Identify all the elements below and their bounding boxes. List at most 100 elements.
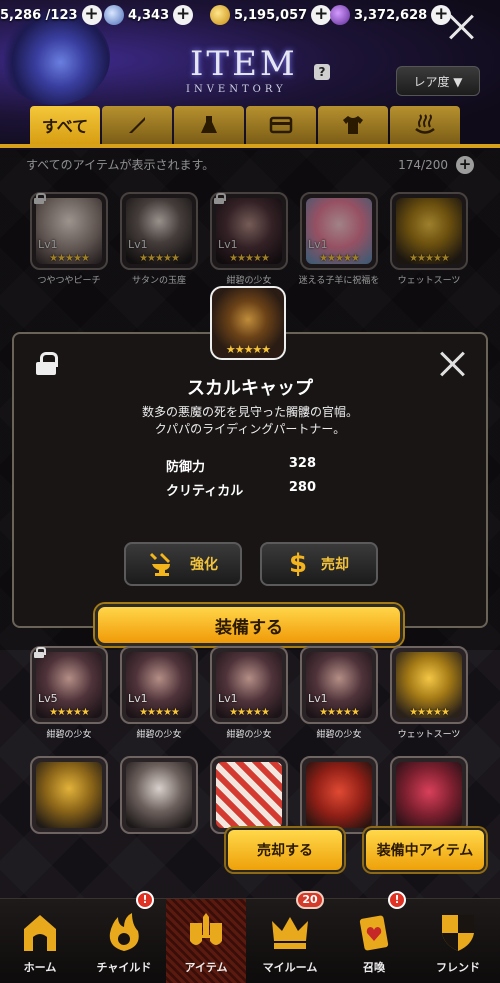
item-title: スカルキャップ xyxy=(187,378,313,399)
tab-underline xyxy=(0,144,500,148)
nav-friend[interactable]: フレンド xyxy=(418,899,498,983)
description-line: クパパのライディングパートナー。 xyxy=(154,422,346,436)
item-stars: ★★★★★ xyxy=(49,707,90,718)
inventory-item[interactable]: Lv1 ★★★★★ xyxy=(210,646,288,724)
anvil-hammer-icon xyxy=(149,552,170,576)
tab-card[interactable] xyxy=(246,106,316,144)
stat-label: クリティカル xyxy=(166,484,244,499)
enhance-button[interactable]: 強化 xyxy=(124,542,242,586)
nav-label: アイテム xyxy=(184,961,228,974)
alert-badge: ! xyxy=(388,891,406,909)
stat-value: 280 xyxy=(288,480,316,495)
inventory-item[interactable] xyxy=(300,756,378,834)
nav-summon[interactable]: ! 召喚 xyxy=(334,891,414,983)
tab-consumable[interactable] xyxy=(174,106,244,144)
stat-defense: 防御力 328 xyxy=(166,456,316,475)
alert-badge: ! xyxy=(136,891,154,909)
stamina-value: 5,286 /123 xyxy=(0,7,78,23)
selected-item-image: ★★★★★ xyxy=(210,286,286,360)
nav-label: フレンド xyxy=(436,961,480,974)
nav-label: マイルーム xyxy=(262,961,318,974)
sell-button[interactable]: $ 売却 xyxy=(260,542,378,586)
inventory-item[interactable]: Lv1 ★★★★★ xyxy=(300,646,378,724)
bulk-sell-label: 売却する xyxy=(257,843,313,859)
equipped-items-label: 装備中アイテム xyxy=(376,843,474,859)
item-level: Lv1 xyxy=(218,692,238,705)
enhance-label: 強化 xyxy=(190,557,218,573)
nav-label: ホーム xyxy=(23,961,57,974)
weapon-icon xyxy=(129,117,145,133)
nav-child[interactable]: ! チャイルド xyxy=(84,891,164,983)
tab-hot-spring[interactable] xyxy=(390,106,460,144)
item-image xyxy=(126,762,192,828)
crystal-icon xyxy=(104,5,124,25)
sell-label: 売却 xyxy=(321,557,350,573)
add-gold-button[interactable]: + xyxy=(311,5,332,25)
category-tabs: すべて xyxy=(30,106,460,144)
inventory-item[interactable] xyxy=(120,756,198,834)
add-stamina-button[interactable]: + xyxy=(81,5,102,25)
inventory-item[interactable]: Lv1 ★★★★★ xyxy=(120,646,198,724)
card-icon xyxy=(269,116,293,134)
crown-icon xyxy=(272,917,308,949)
shirt-icon xyxy=(343,116,363,134)
item-detail-modal: スカルキャップ 数多の悪魔の死を見守った髑髏の官帽。 クパパのライディングパート… xyxy=(12,332,488,628)
flask-icon xyxy=(201,116,217,133)
bottom-nav: ホーム ! チャイルド アイテム 20 マイルーム ! 召喚 フレンド xyxy=(0,891,500,983)
nav-myroom[interactable]: 20 マイルーム xyxy=(250,891,330,983)
item-description: 数多の悪魔の死を見守った髑髏の官帽。 クパパのライディングパートナー。 xyxy=(14,404,486,438)
tab-weapon[interactable] xyxy=(102,106,172,144)
count-badge: 20 xyxy=(296,891,324,909)
add-crystal-button[interactable]: + xyxy=(173,5,194,25)
close-icon[interactable] xyxy=(446,12,476,42)
item-stars: ★★★★★ xyxy=(139,707,180,718)
dollar-icon: $ xyxy=(288,549,308,579)
page-subtitle: INVENTORY xyxy=(186,84,287,95)
lock-icon xyxy=(34,647,46,658)
equipped-items-button[interactable]: 装備中アイテム xyxy=(364,828,486,872)
stamina-counter: 5,286 /123 + xyxy=(0,4,102,26)
item-name: 紺碧の少女 xyxy=(46,730,92,740)
friend-shield-icon xyxy=(442,915,474,951)
stat-critical: クリティカル 280 xyxy=(166,480,316,499)
gem-counter: 3,372,628 + xyxy=(330,4,452,26)
item-stars: ★★★★★ xyxy=(409,707,450,718)
item-stars: ★★★★★ xyxy=(319,707,360,718)
nav-item[interactable]: アイテム xyxy=(166,899,246,983)
home-icon xyxy=(24,915,56,951)
item-stars: ★★★★★ xyxy=(229,707,270,718)
equip-button[interactable]: 装備する xyxy=(95,604,403,646)
inventory-item[interactable] xyxy=(210,756,288,834)
page-title: ITEM xyxy=(190,44,298,84)
item-level: Lv1 xyxy=(128,692,148,705)
nav-label: チャイルド xyxy=(96,961,152,974)
inventory-item[interactable] xyxy=(390,756,468,834)
gold-value: 5,195,057 xyxy=(234,7,308,23)
bulk-sell-button[interactable]: 売却する xyxy=(226,828,344,872)
gold-coin-icon xyxy=(210,5,230,25)
item-level: Lv5 xyxy=(38,692,58,705)
item-sword-shield-icon xyxy=(190,913,222,945)
item-image xyxy=(306,762,372,828)
item-name: 紺碧の少女 xyxy=(136,730,182,740)
item-image xyxy=(396,762,462,828)
nav-home[interactable]: ホーム xyxy=(0,899,80,983)
inventory-item[interactable] xyxy=(30,756,108,834)
tab-costume[interactable] xyxy=(318,106,388,144)
hot-spring-icon xyxy=(415,114,435,134)
item-image xyxy=(36,762,102,828)
child-flame-icon xyxy=(109,913,139,951)
crystal-value: 4,343 xyxy=(128,7,170,23)
item-stars: ★★★★★ xyxy=(225,343,271,356)
tab-all[interactable]: すべて xyxy=(30,106,100,144)
sort-dropdown[interactable]: レア度 ▼ xyxy=(396,66,480,96)
summon-card-icon xyxy=(359,915,389,951)
item-name: ウェットスーツ xyxy=(397,730,461,740)
item-image xyxy=(216,762,282,828)
inventory-item[interactable]: ★★★★★ xyxy=(390,646,468,724)
equip-label: 装備する xyxy=(215,617,283,638)
lock-icon[interactable] xyxy=(36,352,58,375)
help-icon[interactable]: ? xyxy=(314,64,330,80)
item-name: 紺碧の少女 xyxy=(226,730,272,740)
stat-label: 防御力 xyxy=(166,460,206,475)
